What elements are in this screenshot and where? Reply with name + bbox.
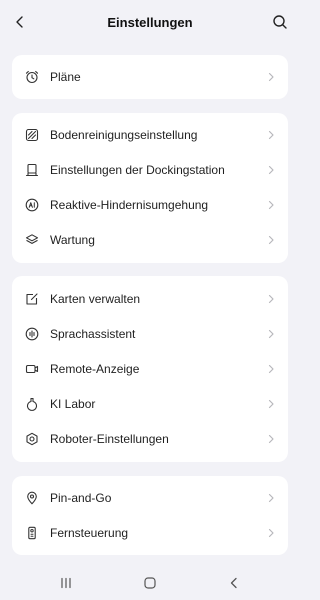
settings-row-label: Pläne bbox=[50, 70, 81, 84]
video-icon bbox=[24, 361, 40, 377]
settings-row-wartung[interactable]: Wartung bbox=[12, 222, 288, 257]
back-icon bbox=[230, 577, 237, 589]
recent-apps-button[interactable] bbox=[56, 574, 76, 592]
chevron-right-icon bbox=[266, 235, 276, 245]
chevron-right-icon bbox=[266, 130, 276, 140]
chevron-left-icon bbox=[16, 16, 23, 28]
home-icon bbox=[144, 577, 156, 589]
system-back-button[interactable] bbox=[224, 574, 244, 592]
home-button[interactable] bbox=[140, 574, 160, 592]
chevron-right-icon bbox=[266, 528, 276, 538]
settings-screen: Einstellungen Pläne Bodenreinigungseinst… bbox=[0, 0, 300, 600]
chevron-right-icon bbox=[266, 200, 276, 210]
back-button[interactable] bbox=[8, 10, 32, 34]
settings-group-control: Pin-and-Go Fernsteuerung bbox=[12, 476, 288, 555]
settings-row-label: Roboter-Einstellungen bbox=[50, 431, 169, 446]
page-title: Einstellungen bbox=[107, 14, 193, 30]
chevron-right-icon bbox=[266, 294, 276, 304]
recent-apps-icon bbox=[61, 577, 71, 589]
settings-row-label: Pin-and-Go bbox=[50, 490, 112, 505]
ai-icon bbox=[24, 197, 40, 213]
docking-station-icon bbox=[24, 162, 40, 178]
chevron-right-icon bbox=[266, 493, 276, 503]
chevron-right-icon bbox=[266, 364, 276, 374]
settings-row-dockingstation[interactable]: Einstellungen der Dockingstation bbox=[12, 152, 288, 187]
settings-row-sprachassistent[interactable]: Sprachassistent bbox=[12, 316, 288, 351]
chevron-right-icon bbox=[266, 72, 276, 82]
layers-icon bbox=[24, 232, 40, 248]
chevron-right-icon bbox=[266, 399, 276, 409]
alarm-clock-icon bbox=[24, 69, 40, 85]
map-edit-icon bbox=[24, 291, 40, 307]
search-icon bbox=[273, 15, 287, 29]
settings-row-label: Remote-Anzeige bbox=[50, 361, 140, 376]
voice-icon bbox=[24, 326, 40, 342]
location-pin-icon bbox=[24, 490, 40, 506]
system-navigation-bar bbox=[0, 566, 300, 600]
settings-row-hindernisumgehung[interactable]: Reaktive-Hindernisumgehung bbox=[12, 187, 288, 222]
settings-group-schedules: Pläne bbox=[12, 55, 288, 99]
remote-control-icon bbox=[24, 525, 40, 541]
settings-row-label: Sprachassistent bbox=[50, 326, 136, 341]
settings-group-cleaning: Bodenreinigungseinstellung Einstellungen… bbox=[12, 113, 288, 263]
settings-row-label: Einstellungen der Dockingstation bbox=[50, 162, 225, 177]
chevron-right-icon bbox=[266, 434, 276, 444]
floor-cleaning-icon bbox=[24, 127, 40, 143]
settings-row-label: Karten verwalten bbox=[50, 291, 141, 306]
settings-row-pin-and-go[interactable]: Pin-and-Go bbox=[12, 480, 288, 515]
settings-row-label: Wartung bbox=[50, 232, 95, 247]
settings-row-ki-labor[interactable]: KI Labor bbox=[12, 386, 288, 421]
settings-row-roboter-einstellungen[interactable]: Roboter-Einstellungen bbox=[12, 421, 288, 456]
chevron-right-icon bbox=[266, 329, 276, 339]
chevron-right-icon bbox=[266, 165, 276, 175]
settings-row-bodenreinigung[interactable]: Bodenreinigungseinstellung bbox=[12, 117, 288, 152]
settings-row-remote-anzeige[interactable]: Remote-Anzeige bbox=[12, 351, 288, 386]
hexagon-settings-icon bbox=[24, 431, 40, 447]
settings-row-plaene[interactable]: Pläne bbox=[12, 55, 288, 99]
top-bar: Einstellungen bbox=[0, 0, 300, 44]
settings-row-label: KI Labor bbox=[50, 396, 96, 411]
settings-row-fernsteuerung[interactable]: Fernsteuerung bbox=[12, 515, 288, 550]
search-button[interactable] bbox=[268, 10, 292, 34]
settings-group-robot: Karten verwalten Sprachassistent Remote-… bbox=[12, 276, 288, 462]
flask-icon bbox=[24, 396, 40, 412]
settings-row-label: Reaktive-Hindernisumgehung bbox=[50, 197, 209, 212]
settings-row-karten[interactable]: Karten verwalten bbox=[12, 281, 288, 316]
settings-row-label: Bodenreinigungseinstellung bbox=[50, 127, 198, 142]
settings-row-label: Fernsteuerung bbox=[50, 525, 129, 540]
